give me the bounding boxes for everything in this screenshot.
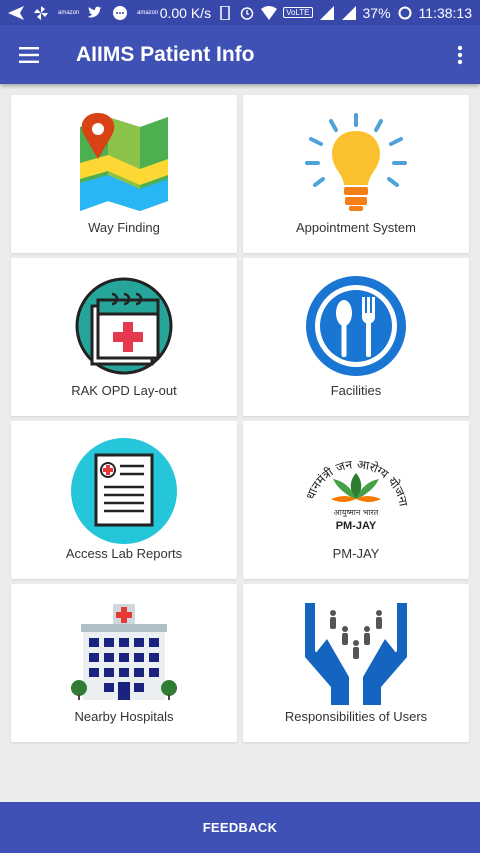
tile-pm-jay[interactable]: प्रधानमंत्री जन आरोग्य योजना आयुष्मान भा… <box>243 421 469 579</box>
tile-grid: Way Finding Appointment System RAK OPD L… <box>11 95 469 742</box>
battery-icon <box>398 6 412 19</box>
tile-label: Appointment System <box>296 220 416 235</box>
send-icon <box>8 5 24 20</box>
hamburger-menu-icon[interactable] <box>0 25 58 84</box>
network-speed: 0.00 K/s <box>159 4 212 21</box>
tile-rak-opd-layout[interactable]: RAK OPD Lay-out <box>11 258 237 416</box>
pmjay-logo: प्रधानमंत्री जन आरोग्य योजना आयुष्मान भा… <box>301 439 411 532</box>
tile-access-lab-reports[interactable]: Access Lab Reports <box>11 421 237 579</box>
status-bar: amazon amazon 0.00 K/s VoLTE 37% 11:38:1… <box>0 0 480 25</box>
hospital-building-icon <box>71 604 177 700</box>
volte-badge: VoLTE <box>283 7 313 18</box>
tile-label: Way Finding <box>88 220 160 235</box>
tile-label: Access Lab Reports <box>65 546 183 561</box>
signal-icon-2 <box>341 5 356 20</box>
tile-way-finding[interactable]: Way Finding <box>11 95 237 253</box>
app-bar: AIIMS Patient Info <box>0 25 480 84</box>
amazon-notification-icon: amazon <box>58 9 80 16</box>
medical-calendar-icon <box>75 277 173 375</box>
tile-responsibilities-of-users[interactable]: Responsibilities of Users <box>243 584 469 742</box>
lab-report-icon <box>71 438 177 544</box>
pmjay-abbr: PM-JAY <box>336 520 377 532</box>
map-pin-icon <box>80 113 168 211</box>
tile-appointment-system[interactable]: Appointment System <box>243 95 469 253</box>
battery-percent: 37% <box>362 4 391 21</box>
chat-bubble-icon <box>113 5 127 20</box>
light-bulb-icon <box>305 113 407 211</box>
app-title: AIIMS Patient Info <box>76 42 255 66</box>
tile-label: Facilities <box>330 383 382 398</box>
amazon-notification-icon-2: amazon <box>137 9 159 16</box>
tile-facilities[interactable]: Facilities <box>243 258 469 416</box>
tile-label: PM-JAY <box>332 546 380 561</box>
tile-label: Nearby Hospitals <box>74 709 174 724</box>
twitter-icon <box>88 6 102 18</box>
wifi-icon <box>261 5 278 20</box>
spoon-fork-icon <box>306 276 406 376</box>
clock: 11:38:13 <box>418 4 472 21</box>
feedback-button[interactable]: FEEDBACK <box>0 802 480 853</box>
alarm-icon <box>240 6 254 20</box>
pmjay-tagline: आयुष्मान भारत <box>334 508 379 518</box>
hands-people-icon <box>305 603 407 705</box>
phone-icon <box>220 5 230 20</box>
tile-label: RAK OPD Lay-out <box>71 383 177 398</box>
more-vertical-icon[interactable] <box>440 25 480 84</box>
signal-icon <box>319 5 334 20</box>
pinwheel-icon <box>34 5 48 20</box>
tile-nearby-hospitals[interactable]: Nearby Hospitals <box>11 584 237 742</box>
tile-label: Responsibilities of Users <box>284 709 428 724</box>
